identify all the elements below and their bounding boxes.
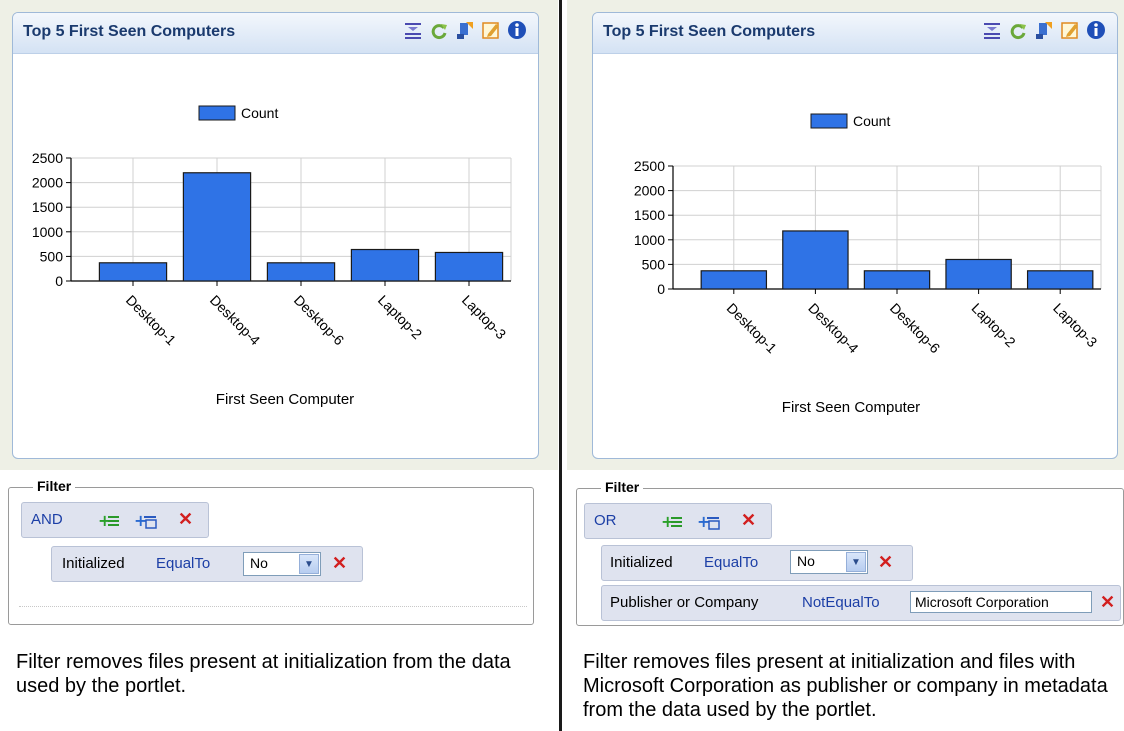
caption: Filter removes files present at initiali… xyxy=(16,651,511,697)
filter-panel: Filter AND + + ✕ Initialized EqualTo No … xyxy=(8,478,534,625)
x-tick-label: Laptop-2 xyxy=(375,292,426,343)
portlet-toolbar xyxy=(402,19,528,41)
edit-icon[interactable] xyxy=(1059,19,1081,41)
bar xyxy=(945,258,1012,290)
x-tick-label: Desktop-6 xyxy=(887,300,944,357)
panel-divider xyxy=(559,0,562,731)
portlet: Top 5 First Seen Computers 0 500 1000 15… xyxy=(592,12,1118,459)
legend-swatch xyxy=(198,105,236,121)
x-axis-label: First Seen Computer xyxy=(216,391,354,408)
legend-swatch xyxy=(810,113,848,129)
bar xyxy=(782,230,849,290)
y-tick-label: 2000 xyxy=(32,175,63,191)
remove-group-icon[interactable]: ✕ xyxy=(178,510,193,528)
y-tick-label: 500 xyxy=(40,248,64,264)
y-tick-label: 0 xyxy=(55,273,63,289)
condition-operator[interactable]: EqualTo xyxy=(156,555,210,572)
y-tick-label: 2000 xyxy=(634,183,665,199)
portlet-title: Top 5 First Seen Computers xyxy=(603,23,816,40)
bar xyxy=(182,172,252,282)
select-value: No xyxy=(797,553,815,569)
refresh-icon[interactable] xyxy=(1007,19,1029,41)
y-tick-label: 2500 xyxy=(32,150,63,166)
y-tick-label: 500 xyxy=(642,256,666,272)
condition-operator[interactable]: EqualTo xyxy=(704,554,758,571)
bar-chart: 0 500 1000 1500 2000 2500 Desktop-1 Desktop-4 De… xyxy=(32,105,512,408)
left-example-panel: Top 5 First Seen Computers 0 500 1000 15… xyxy=(0,0,558,731)
condition-value-select[interactable]: No ▼ xyxy=(790,550,868,574)
add-condition-icon[interactable]: + xyxy=(98,511,120,530)
filter-legend: Filter xyxy=(601,479,644,495)
bar xyxy=(863,270,931,290)
info-icon[interactable] xyxy=(1085,19,1107,41)
bar-chart: 0 500 1000 1500 2000 2500 Desktop-1 Desktop-4 De… xyxy=(634,113,1102,416)
y-tick-label: 1500 xyxy=(634,207,665,223)
x-tick-label: Desktop-4 xyxy=(805,300,862,357)
filter-separator xyxy=(19,606,527,607)
edit-icon[interactable] xyxy=(480,19,502,41)
x-tick-label: Desktop-1 xyxy=(724,300,781,357)
bar xyxy=(700,270,768,290)
y-tick-label: 1000 xyxy=(634,232,665,248)
dropdown-arrow-icon[interactable]: ▼ xyxy=(299,554,319,574)
remove-group-icon[interactable]: ✕ xyxy=(741,511,756,529)
legend-label: Count xyxy=(241,105,278,121)
dropdown-arrow-icon[interactable]: ▼ xyxy=(846,552,866,572)
export-icon[interactable] xyxy=(454,19,476,41)
x-tick-label: Desktop-4 xyxy=(207,292,264,349)
condition-value-input[interactable]: Microsoft Corporation xyxy=(910,591,1092,613)
condition-operator[interactable]: NotEqualTo xyxy=(802,594,880,611)
right-example-panel: Top 5 First Seen Computers 0 500 1000 15… xyxy=(567,0,1124,731)
x-tick-label: Laptop-2 xyxy=(968,300,1019,351)
portlet-header: Top 5 First Seen Computers xyxy=(593,13,1117,54)
portlet: Top 5 First Seen Computers 0 500 1000 15… xyxy=(12,12,539,459)
logic-operator[interactable]: AND xyxy=(31,511,63,528)
condition-row: Initialized EqualTo No ▼ ✕ xyxy=(601,545,913,581)
logic-group-row: OR + + ✕ xyxy=(584,503,772,539)
collapse-icon[interactable] xyxy=(981,19,1003,41)
export-icon[interactable] xyxy=(1033,19,1055,41)
filter-panel: Filter OR + + ✕ Initialized EqualTo No ▼… xyxy=(576,479,1124,626)
x-tick-label: Laptop-3 xyxy=(459,292,510,343)
bar xyxy=(98,262,168,282)
add-group-icon[interactable]: + xyxy=(697,512,720,531)
bar xyxy=(266,262,336,282)
x-tick-label: Desktop-6 xyxy=(291,292,348,349)
x-axis-label: First Seen Computer xyxy=(782,399,920,416)
remove-condition-icon[interactable]: ✕ xyxy=(878,553,893,571)
condition-field[interactable]: Initialized xyxy=(610,554,673,571)
select-value: No xyxy=(250,555,268,571)
portlet-toolbar xyxy=(981,19,1107,41)
y-tick-label: 0 xyxy=(657,281,665,297)
remove-condition-icon[interactable]: ✕ xyxy=(332,554,347,572)
condition-row: Initialized EqualTo No ▼ ✕ xyxy=(51,546,363,582)
logic-operator[interactable]: OR xyxy=(594,512,617,529)
legend-label: Count xyxy=(853,113,890,129)
bar xyxy=(1026,270,1094,290)
remove-condition-icon[interactable]: ✕ xyxy=(1100,593,1115,611)
add-condition-icon[interactable]: + xyxy=(661,512,683,531)
info-icon[interactable] xyxy=(506,19,528,41)
add-group-icon[interactable]: + xyxy=(134,511,157,530)
x-tick-label: Laptop-3 xyxy=(1050,300,1101,351)
portlet-title: Top 5 First Seen Computers xyxy=(23,23,236,40)
collapse-icon[interactable] xyxy=(402,19,424,41)
y-tick-label: 2500 xyxy=(634,158,665,174)
logic-group-row: AND + + ✕ xyxy=(21,502,209,538)
condition-row: Publisher or Company NotEqualTo Microsof… xyxy=(601,585,1121,621)
bar xyxy=(350,248,420,282)
condition-field[interactable]: Initialized xyxy=(62,555,125,572)
portlet-header: Top 5 First Seen Computers xyxy=(13,13,538,54)
filter-legend: Filter xyxy=(33,478,76,494)
bar xyxy=(434,251,504,282)
condition-field[interactable]: Publisher or Company xyxy=(610,594,758,611)
refresh-icon[interactable] xyxy=(428,19,450,41)
y-tick-label: 1000 xyxy=(32,224,63,240)
condition-value-select[interactable]: No ▼ xyxy=(243,552,321,576)
y-tick-label: 1500 xyxy=(32,199,63,215)
x-tick-label: Desktop-1 xyxy=(123,292,180,349)
caption: Filter removes files present at initiali… xyxy=(583,651,1108,721)
